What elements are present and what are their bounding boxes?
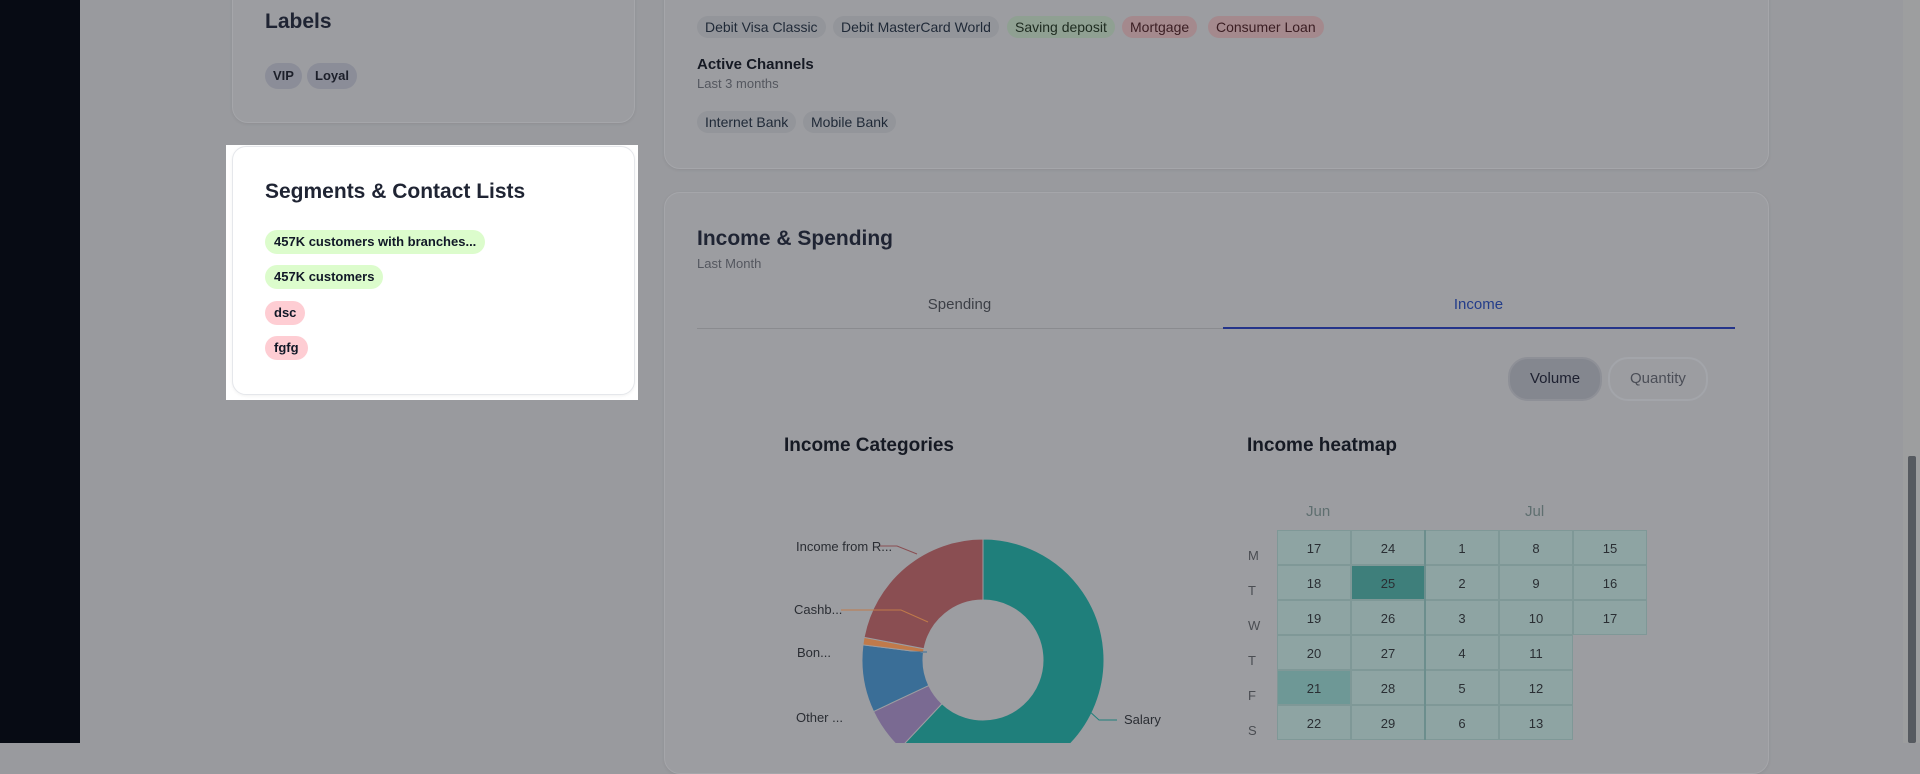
product-tag: Consumer Loan: [1208, 16, 1324, 38]
income-categories-title: Income Categories: [784, 435, 954, 456]
heatmap-cell[interactable]: 2: [1425, 565, 1499, 600]
segment-item[interactable]: fgfg: [265, 336, 308, 360]
volume-toggle[interactable]: Volume: [1508, 357, 1603, 401]
heatmap-cell[interactable]: 17: [1277, 530, 1351, 565]
segment-item[interactable]: dsc: [265, 301, 306, 325]
labels-title: Labels: [265, 10, 332, 33]
month-separator: [1424, 530, 1426, 740]
heatmap-cell[interactable]: 16: [1573, 565, 1647, 600]
heatmap-cell[interactable]: 19: [1277, 600, 1351, 635]
sidebar-strip: [0, 0, 80, 743]
product-tag: Mortgage: [1122, 16, 1198, 38]
pie-label-cashback: Cashb...: [794, 602, 843, 617]
pie-label-other: Other ...: [796, 710, 843, 725]
tab-income[interactable]: Income: [1216, 296, 1741, 313]
donut-hole: [923, 600, 1043, 720]
heatmap-cell[interactable]: 4: [1425, 635, 1499, 670]
heatmap-cell[interactable]: 9: [1499, 565, 1573, 600]
product-tag: Saving deposit: [1007, 16, 1115, 38]
month-label-jul: Jul: [1525, 503, 1545, 520]
segment-item[interactable]: 457K customers with branches...: [265, 230, 486, 254]
month-label-jun: Jun: [1306, 503, 1331, 520]
income-spending-subtitle: Last Month: [697, 256, 762, 271]
day-label: F: [1248, 688, 1256, 703]
heatmap-cell[interactable]: 11: [1499, 635, 1573, 670]
heatmap-cell[interactable]: 1: [1425, 530, 1499, 565]
heatmap-cell[interactable]: 10: [1499, 600, 1573, 635]
channel-tag: Mobile Bank: [803, 111, 897, 133]
heatmap-cell[interactable]: 20: [1277, 635, 1351, 670]
quantity-toggle[interactable]: Quantity: [1608, 357, 1708, 401]
pie-label-bonus: Bon...: [797, 645, 831, 660]
heatmap-cell[interactable]: 28: [1351, 670, 1425, 705]
product-tag: Debit MasterCard World: [833, 16, 999, 38]
tab-spending[interactable]: Spending: [697, 296, 1222, 313]
active-channels-subtitle: Last 3 months: [697, 76, 779, 91]
day-label: T: [1248, 583, 1256, 598]
income-spending-title: Income & Spending: [697, 227, 894, 250]
active-channels-title: Active Channels: [697, 56, 814, 73]
tab-active-indicator: [1223, 327, 1735, 329]
heatmap-cell[interactable]: 22: [1277, 705, 1351, 740]
heatmap-cell[interactable]: 24: [1351, 530, 1425, 565]
income-heatmap-title: Income heatmap: [1247, 435, 1397, 456]
segments-title: Segments & Contact Lists: [265, 180, 526, 203]
day-label: W: [1248, 618, 1261, 633]
day-label: T: [1248, 653, 1256, 668]
heatmap-cell[interactable]: 3: [1425, 600, 1499, 635]
heatmap-cell[interactable]: 6: [1425, 705, 1499, 740]
heatmap-cell[interactable]: 8: [1499, 530, 1573, 565]
segment-item[interactable]: 457K customers: [265, 265, 384, 289]
pie-label-rent: Income from R...: [796, 539, 893, 554]
heatmap-cell[interactable]: 17: [1573, 600, 1647, 635]
heatmap-cell[interactable]: 29: [1351, 705, 1425, 740]
heatmap-cell[interactable]: 13: [1499, 705, 1573, 740]
heatmap-cell[interactable]: 12: [1499, 670, 1573, 705]
channel-tag: Internet Bank: [697, 111, 797, 133]
heatmap-cell[interactable]: 26: [1351, 600, 1425, 635]
label-pill-loyal[interactable]: Loyal: [307, 63, 357, 89]
scrollbar-thumb[interactable]: [1908, 456, 1916, 743]
day-label: S: [1248, 723, 1257, 738]
heatmap-cell[interactable]: 15: [1573, 530, 1647, 565]
product-tag: Debit Visa Classic: [697, 16, 826, 38]
heatmap-cell[interactable]: 18: [1277, 565, 1351, 600]
day-label: M: [1248, 548, 1259, 563]
heatmap-cell[interactable]: 21: [1277, 670, 1351, 705]
heatmap-cell[interactable]: 5: [1425, 670, 1499, 705]
pie-label-salary: Salary: [1124, 712, 1161, 727]
label-pill-vip[interactable]: VIP: [265, 63, 302, 89]
heatmap-cell[interactable]: 25: [1351, 565, 1425, 600]
heatmap-cell[interactable]: 27: [1351, 635, 1425, 670]
